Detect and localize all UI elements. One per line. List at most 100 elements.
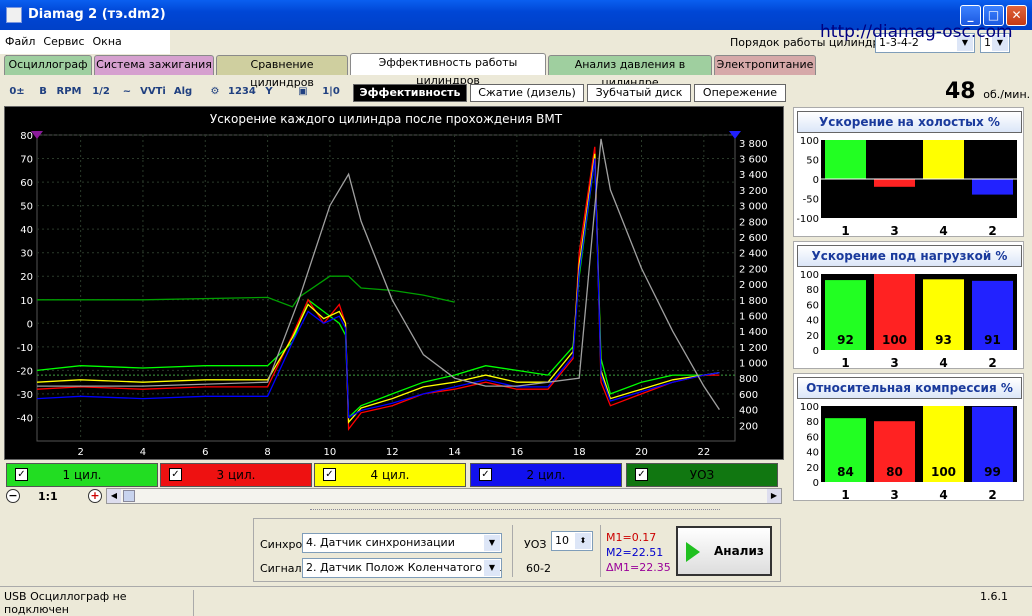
marker-m1: M1=0.17 — [606, 531, 657, 544]
subtab-advance[interactable]: Опережение — [694, 84, 786, 102]
x-tick-label: 18 — [573, 447, 586, 458]
tab-cylinder-compare[interactable]: Сравнение цилиндров — [216, 55, 348, 89]
channel-label: УОЗ — [689, 468, 715, 482]
panel-y-tick: 60 — [806, 300, 819, 311]
filter-icon[interactable]: Y — [256, 79, 282, 105]
panel-y-tick: 100 — [800, 136, 819, 147]
checkbox-icon[interactable]: ✓ — [323, 468, 336, 481]
channel-toggle[interactable]: ✓ 2 цил. — [470, 463, 622, 487]
sync-label: Синхро: — [260, 538, 306, 551]
scroll-right-icon[interactable]: ▶ — [767, 489, 781, 503]
horizontal-scrollbar[interactable]: ◀ ▶ — [106, 488, 782, 504]
offset-icon[interactable]: 0± — [4, 79, 30, 105]
panel-category-label: 4 — [939, 488, 947, 502]
panel-y-tick: 0 — [813, 346, 819, 357]
y-tick-label: 0 — [27, 319, 33, 330]
version-label: 1.6.1 — [980, 590, 1008, 603]
menu-service[interactable]: Сервис — [38, 30, 87, 48]
rpm-icon[interactable]: RPM — [56, 79, 82, 105]
x-tick-label: 16 — [511, 447, 524, 458]
curve-icon[interactable]: ~ — [114, 79, 140, 105]
y2-tick-label: 800 — [739, 374, 758, 385]
channel-toggle[interactable]: ✓ 4 цил. — [314, 463, 466, 487]
vvti-icon[interactable]: VVTi — [140, 79, 166, 105]
scroll-thumb[interactable] — [123, 490, 135, 502]
url-overlay: http://diamag-osc.com — [820, 22, 1013, 42]
subtab-toothed-disk[interactable]: Зубчатый диск — [587, 84, 691, 102]
checkbox-icon[interactable]: ✓ — [479, 468, 492, 481]
uoz-spinner[interactable]: 10 ⬍ — [551, 531, 593, 551]
y2-tick-label: 600 — [739, 390, 758, 401]
tab-ignition[interactable]: Система зажигания — [94, 55, 214, 75]
panel-bar — [825, 140, 866, 179]
y-tick-label: -40 — [17, 413, 33, 424]
numbers-icon[interactable]: 1/2 — [88, 79, 114, 105]
panel-chart: 100 50 0 -50 -100 1 3 4 2 — [797, 136, 1017, 238]
channel-toggle[interactable]: ✓ УОЗ — [626, 463, 778, 487]
channel-toggle[interactable]: ✓ 3 цил. — [160, 463, 312, 487]
y2-tick-label: 200 — [739, 421, 758, 432]
chevron-down-icon: ▼ — [484, 560, 500, 576]
counter-icon[interactable]: 1234 — [228, 79, 256, 105]
window-title: Diamag 2 (тэ.dm2) — [28, 7, 166, 22]
bits-icon[interactable]: 1|0 — [318, 79, 344, 105]
zoom-in-icon[interactable]: + — [88, 489, 102, 503]
tab-power-supply[interactable]: Электропитание — [714, 55, 816, 75]
y2-tick-label: 2 800 — [739, 217, 768, 228]
zoom-level: 1:1 — [38, 490, 58, 503]
y2-tick-label: 2 000 — [739, 280, 768, 291]
uoz-value: 10 — [555, 534, 569, 547]
panel-category-label: 2 — [988, 356, 996, 370]
x-tick-label: 10 — [324, 447, 337, 458]
y2-tick-label: 3 600 — [739, 155, 768, 166]
panel-bar-label: 100 — [882, 333, 907, 347]
panel-y-tick: 50 — [806, 156, 819, 167]
tab-cylinder-efficiency[interactable]: Эффективность работы цилиндров — [350, 53, 546, 87]
scroll-left-icon[interactable]: ◀ — [107, 489, 121, 503]
panel-y-tick: 40 — [806, 448, 819, 459]
panel-bar — [972, 179, 1013, 195]
checkbox-icon[interactable]: ✓ — [169, 468, 182, 481]
y2-tick-label: 3 800 — [739, 139, 768, 150]
analysis-controls: Синхро: 4. Датчик синхронизации ▼ Сигнал:… — [253, 518, 781, 582]
y2-tick-label: 1 400 — [739, 327, 768, 338]
app-icon — [6, 7, 22, 23]
spin-arrows-icon[interactable]: ⬍ — [575, 533, 591, 549]
panel-chart: 100 80 60 40 20 0 84 1 80 3 100 4 99 2 — [800, 402, 1017, 502]
checkbox-icon[interactable]: ✓ — [15, 468, 28, 481]
car-icon[interactable]: ▣ — [290, 79, 316, 105]
channel-label: 3 цил. — [216, 468, 256, 482]
analyze-button[interactable]: Анализ — [676, 526, 772, 576]
panel-y-tick: 80 — [806, 285, 819, 296]
tab-pressure-analysis[interactable]: Анализ давления в цилиндре — [548, 55, 712, 89]
algorithm-icon[interactable]: Alg 1/2 — [170, 79, 196, 123]
panel-title: Ускорение на холостых % — [797, 111, 1022, 133]
subtab-diesel-compression[interactable]: Сжатие (дизель) — [470, 84, 584, 102]
channel-label: 4 цил. — [370, 468, 410, 482]
sensor-icon[interactable]: ⚙ — [202, 79, 228, 105]
tab-oscilloscope[interactable]: Осциллограф — [4, 55, 92, 75]
x-tick-label: 22 — [697, 447, 710, 458]
x-tick-label: 4 — [140, 447, 146, 458]
panel-y-tick: 0 — [813, 175, 819, 186]
y-tick-label: -20 — [17, 366, 33, 377]
panel-category-label: 1 — [841, 224, 849, 238]
y2-tick-label: 2 400 — [739, 249, 768, 260]
menu-windows[interactable]: Окна — [88, 30, 125, 48]
subtab-efficiency[interactable]: Эффективность — [353, 84, 467, 102]
panel-y-tick: -50 — [803, 195, 819, 206]
menu-file[interactable]: Файл — [0, 30, 38, 48]
panel-y-tick: 60 — [806, 432, 819, 443]
sync-select[interactable]: 4. Датчик синхронизации ▼ — [302, 533, 502, 553]
checkbox-icon[interactable]: ✓ — [635, 468, 648, 481]
zoom-out-icon[interactable]: − — [6, 489, 20, 503]
panel-bar-label: 80 — [886, 465, 903, 479]
bold-icon[interactable]: B — [30, 79, 56, 105]
signal-select[interactable]: 2. Датчик Полож Коленчатого Вал ▼ — [302, 558, 502, 578]
signal-label: Сигнал: — [260, 562, 306, 575]
chevron-down-icon: ▼ — [484, 535, 500, 551]
panel-y-tick: 100 — [800, 270, 819, 281]
channel-toggle[interactable]: ✓ 1 цил. — [6, 463, 158, 487]
splitter[interactable] — [310, 509, 720, 515]
main-chart[interactable]: 80 70 60 50 40 30 20 10 0 -10 -20 -30 -40 3 800 3 600 3… — [4, 106, 784, 460]
